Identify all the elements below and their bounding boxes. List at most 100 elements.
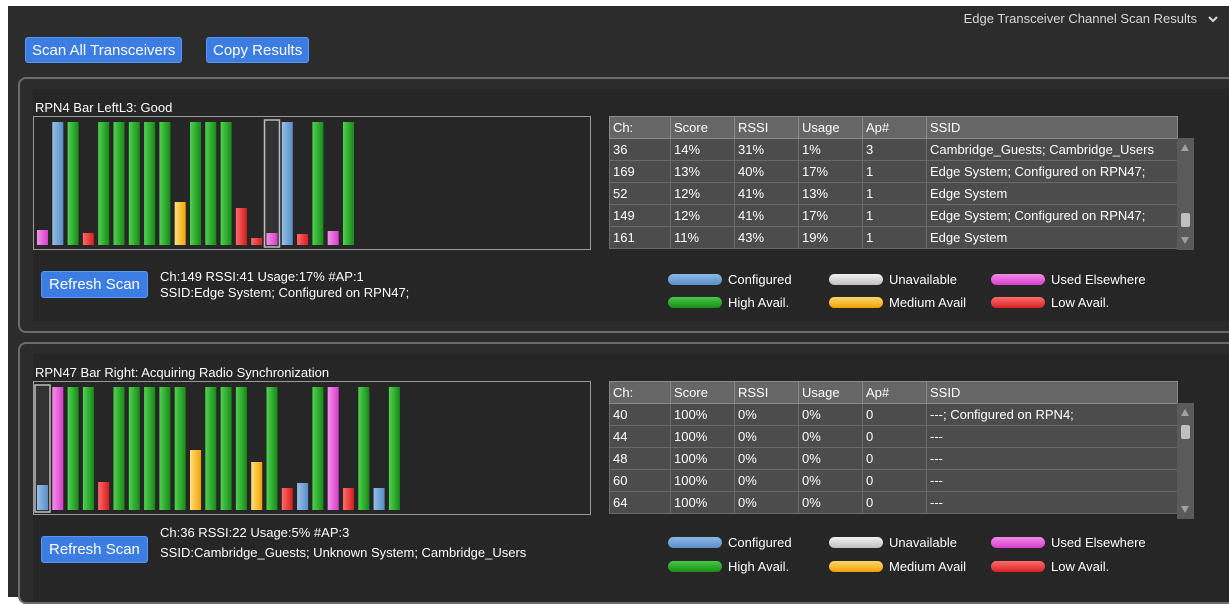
cell-ssid: Edge System; Configured on RPN47;: [926, 160, 1178, 183]
table-row[interactable]: 149 12% 41% 17% 1 Edge System; Configured on …: [609, 204, 1178, 227]
scroll-down-icon[interactable]: [1181, 237, 1189, 244]
col-header-usage[interactable]: Usage: [798, 381, 863, 404]
channel-bar[interactable]: [52, 387, 64, 510]
refresh-scan-button[interactable]: Refresh Scan: [41, 271, 148, 298]
scan-all-button[interactable]: Scan All Transceivers: [25, 37, 183, 63]
channel-bar[interactable]: [159, 387, 171, 510]
table-row[interactable]: 64 100% 0% 0% 0 ---: [609, 491, 1178, 514]
selected-channel-highlight: [263, 119, 281, 248]
table-scrollbar[interactable]: [1177, 138, 1194, 250]
cell-channel: 44: [609, 425, 671, 448]
channel-bar[interactable]: [251, 462, 263, 510]
channel-bar[interactable]: [327, 387, 339, 510]
cell-ssid: Edge System: [926, 226, 1178, 249]
channel-bar[interactable]: [190, 122, 201, 245]
channel-bar[interactable]: [205, 122, 217, 245]
selected-channel-info: Ch:36 RSSI:22 Usage:5% #AP:3: [160, 525, 350, 540]
channel-bar-chart[interactable]: [33, 381, 591, 515]
channel-bar[interactable]: [190, 450, 201, 510]
table-row[interactable]: 40 100% 0% 0% 0 ---; Configured on RPN4;: [609, 403, 1178, 426]
channel-bar[interactable]: [358, 387, 370, 510]
channel-bar[interactable]: [67, 122, 79, 245]
col-header-ssid[interactable]: SSID: [926, 381, 1178, 404]
scroll-down-icon[interactable]: [1181, 506, 1189, 513]
channel-bar[interactable]: [37, 485, 48, 510]
col-header-score[interactable]: Score: [670, 116, 735, 139]
channel-bar[interactable]: [373, 488, 385, 510]
channel-bar[interactable]: [388, 387, 400, 510]
channel-bar[interactable]: [266, 233, 278, 245]
channel-bar[interactable]: [297, 483, 309, 510]
swatch-high: [668, 561, 722, 572]
table-scrollbar[interactable]: [1177, 403, 1194, 519]
table-row[interactable]: 48 100% 0% 0% 0 ---: [609, 447, 1178, 470]
cell-ssid: ---: [926, 491, 1178, 514]
channel-bar[interactable]: [113, 387, 125, 510]
channel-bar[interactable]: [82, 233, 94, 245]
channel-bar[interactable]: [327, 231, 339, 245]
cell-channel: 149: [609, 204, 671, 227]
col-header-channel[interactable]: Ch:: [609, 381, 671, 404]
col-header-channel[interactable]: Ch:: [609, 116, 671, 139]
scroll-thumb[interactable]: [1181, 425, 1190, 439]
results-dropdown[interactable]: Edge Transceiver Channel Scan Results: [964, 11, 1219, 26]
cell-channel: 64: [609, 491, 671, 514]
copy-results-button[interactable]: Copy Results: [206, 37, 310, 63]
channel-bar[interactable]: [144, 122, 156, 245]
swatch-medium: [829, 297, 883, 308]
channel-bar[interactable]: [297, 234, 309, 245]
channel-bar[interactable]: [343, 488, 354, 510]
cell-rssi: 31%: [734, 138, 799, 161]
channel-bar[interactable]: [128, 122, 140, 245]
table-header-row: Ch: Score RSSI Usage Ap# SSID: [609, 116, 1178, 139]
channel-bar[interactable]: [98, 122, 110, 245]
channel-bar[interactable]: [312, 387, 324, 510]
channel-bar[interactable]: [98, 482, 110, 510]
channel-bar[interactable]: [205, 387, 217, 510]
channel-bar[interactable]: [312, 122, 324, 245]
table-row[interactable]: 52 12% 41% 13% 1 Edge System: [609, 182, 1178, 205]
scroll-up-icon[interactable]: [1181, 144, 1189, 151]
channel-bar-chart[interactable]: [33, 116, 591, 250]
channel-bar[interactable]: [113, 122, 125, 245]
channel-bar[interactable]: [174, 387, 186, 510]
cell-ssid: Edge System; Configured on RPN47;: [926, 204, 1178, 227]
channel-bar[interactable]: [144, 387, 156, 510]
scroll-thumb[interactable]: [1181, 213, 1190, 227]
channel-bar[interactable]: [281, 488, 293, 510]
channel-table: Ch: Score RSSI Usage Ap# SSID 36 14% 31% 1%…: [609, 116, 1178, 249]
table-row[interactable]: 60 100% 0% 0% 0 ---: [609, 469, 1178, 492]
col-header-rssi[interactable]: RSSI: [734, 381, 799, 404]
channel-bar[interactable]: [220, 387, 232, 510]
channel-bar[interactable]: [220, 122, 232, 245]
col-header-ssid[interactable]: SSID: [926, 116, 1178, 139]
col-header-usage[interactable]: Usage: [798, 116, 863, 139]
channel-bar[interactable]: [82, 387, 94, 510]
channel-bar[interactable]: [235, 208, 247, 245]
col-header-rssi[interactable]: RSSI: [734, 116, 799, 139]
panel-title: RPN4 Bar LeftL3: Good: [35, 100, 173, 115]
channel-bar[interactable]: [174, 202, 186, 245]
channel-bar[interactable]: [128, 387, 140, 510]
channel-bar[interactable]: [159, 122, 171, 245]
scroll-up-icon[interactable]: [1181, 409, 1189, 416]
channel-bar[interactable]: [251, 238, 263, 245]
channel-bar[interactable]: [37, 230, 48, 245]
channel-bar[interactable]: [281, 122, 293, 245]
table-row[interactable]: 44 100% 0% 0% 0 ---: [609, 425, 1178, 448]
col-header-ap[interactable]: Ap#: [862, 381, 927, 404]
channel-bar[interactable]: [67, 387, 79, 510]
table-row[interactable]: 36 14% 31% 1% 3 Cambridge_Guests; Cambridge_U…: [609, 138, 1178, 161]
channel-bar[interactable]: [52, 122, 64, 245]
cell-ap: 1: [862, 160, 927, 183]
col-header-score[interactable]: Score: [670, 381, 735, 404]
col-header-ap[interactable]: Ap#: [862, 116, 927, 139]
cell-score: 13%: [670, 160, 735, 183]
table-row[interactable]: 169 13% 40% 17% 1 Edge System; Configured on …: [609, 160, 1178, 183]
channel-bar[interactable]: [235, 387, 247, 510]
cell-rssi: 0%: [734, 469, 799, 492]
table-row[interactable]: 161 11% 43% 19% 1 Edge System: [609, 226, 1178, 249]
channel-bar[interactable]: [343, 122, 354, 245]
refresh-scan-button[interactable]: Refresh Scan: [41, 536, 148, 563]
channel-bar[interactable]: [266, 387, 278, 510]
